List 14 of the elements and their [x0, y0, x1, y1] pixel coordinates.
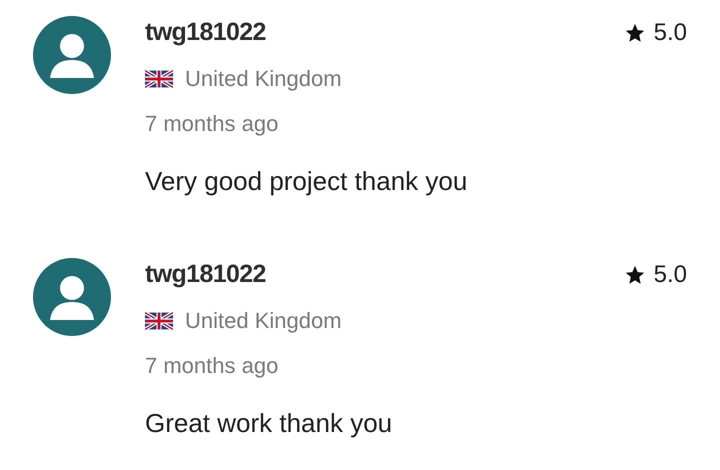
flag-icon	[145, 70, 173, 88]
timestamp: 7 months ago	[145, 352, 280, 380]
country: United Kingdom	[185, 307, 342, 335]
rating: 5.0	[654, 260, 687, 290]
timestamp: 7 months ago	[145, 110, 280, 138]
review-text: Great work thank you	[145, 407, 394, 440]
review-text: Very good project thank you	[145, 165, 468, 198]
username[interactable]: twg181022	[145, 14, 266, 52]
rating: 5.0	[654, 18, 687, 48]
star-icon	[624, 22, 646, 44]
flag-icon	[145, 312, 173, 330]
username[interactable]: twg181022	[145, 256, 266, 294]
star-icon	[624, 264, 646, 286]
country: United Kingdom	[185, 65, 342, 93]
